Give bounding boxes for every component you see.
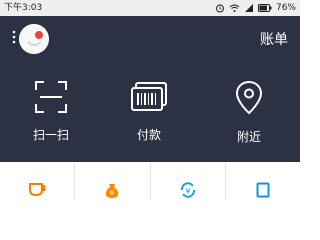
cup-icon (28, 182, 46, 202)
status-bar: 下午3:03 76% (0, 0, 300, 16)
status-icons: 76% (215, 0, 296, 16)
barcode-payment-icon (109, 80, 189, 118)
location-pin-icon (209, 80, 289, 120)
currency-exchange-icon: ¥ (179, 182, 197, 202)
scan-icon (11, 80, 91, 118)
pay-button[interactable]: 付款 (109, 80, 189, 143)
service-item[interactable]: ¥ (75, 162, 151, 202)
pay-label: 付款 (136, 128, 161, 142)
wifi-icon (229, 3, 240, 13)
scan-button[interactable]: 扫一扫 (11, 80, 91, 143)
service-item[interactable]: ¥ (151, 162, 226, 200)
service-item[interactable] (226, 162, 300, 200)
nearby-button[interactable]: 附近 (209, 80, 289, 145)
battery-level: 76% (275, 3, 296, 13)
status-time: 下午3:03 (4, 3, 43, 13)
scan-label: 扫一扫 (32, 128, 69, 142)
signal-icon (244, 3, 254, 13)
svg-text:¥: ¥ (110, 189, 115, 197)
header-panel: 账单 扫一扫 付款 附近 (0, 16, 300, 162)
svg-text:¥: ¥ (185, 187, 190, 196)
battery-icon (257, 4, 272, 12)
nearby-label: 附近 (236, 130, 261, 144)
money-bag-icon: ¥ (104, 182, 120, 202)
service-grid-row: ¥ ¥ (0, 162, 300, 200)
avatar[interactable] (19, 24, 49, 54)
more-menu-icon[interactable] (12, 29, 16, 48)
bill-link[interactable]: 账单 (260, 29, 288, 49)
alarm-icon (215, 3, 225, 13)
service-item[interactable] (0, 162, 76, 202)
card-icon (256, 182, 270, 202)
